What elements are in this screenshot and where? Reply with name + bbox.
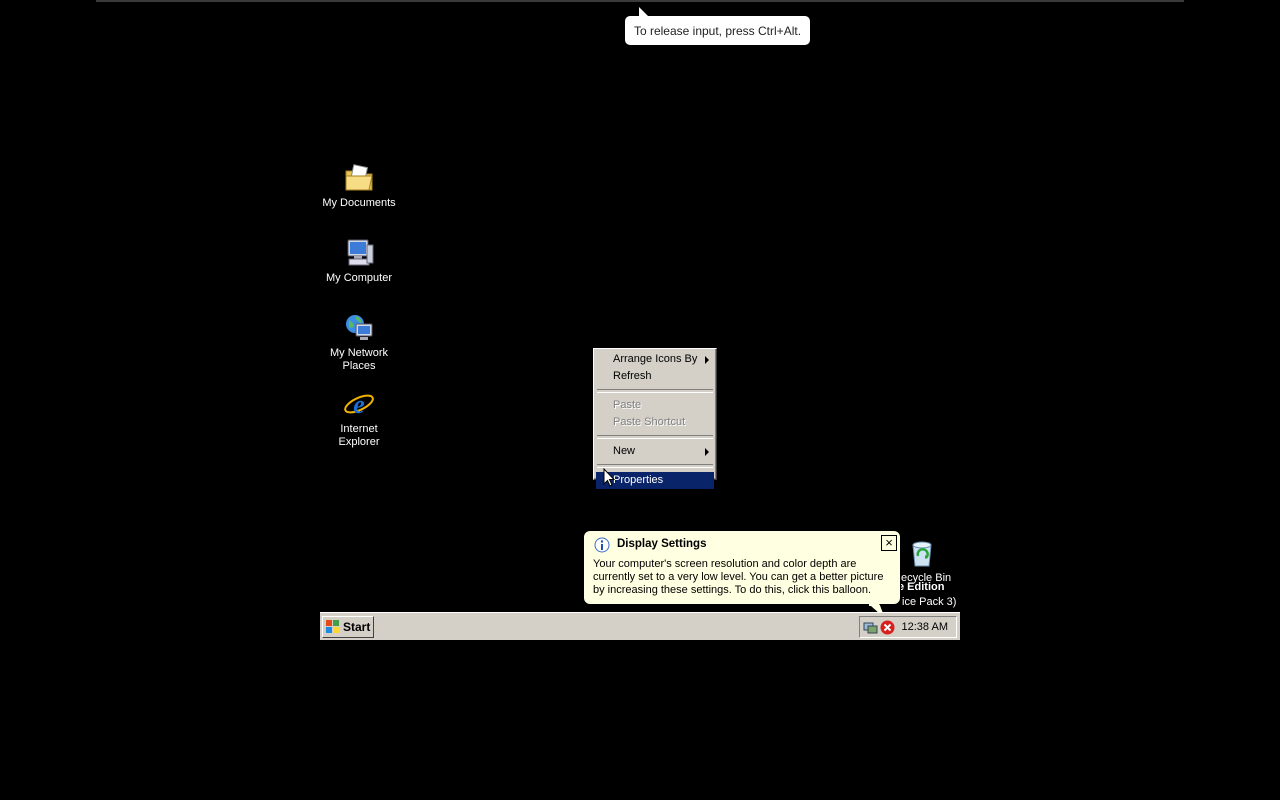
release-input-tooltip-text: To release input, press Ctrl+Alt.: [633, 23, 802, 38]
os-servicepack-watermark: ice Pack 3): [902, 596, 957, 608]
menu-item-label: New: [613, 445, 636, 457]
submenu-arrow-icon: [705, 356, 709, 364]
os-edition-watermark: e Edition: [898, 581, 945, 593]
menu-item-label: Paste: [613, 399, 642, 411]
my-documents-icon: [345, 164, 373, 191]
taskbar: Start 12:38 AM: [320, 612, 960, 640]
start-button[interactable]: Start: [322, 616, 374, 638]
desktop-icon-label: My Documents: [322, 197, 396, 209]
menu-separator: [597, 435, 713, 439]
desktop-icon-recycle-bin[interactable]: ecycle Bin: [893, 537, 953, 585]
system-tray: 12:38 AM: [859, 616, 957, 638]
desktop-icon-label: My Network Places: [329, 347, 389, 372]
mouse-pointer-icon: [603, 468, 615, 487]
submenu-arrow-icon: [705, 448, 709, 456]
menu-item-paste-shortcut[interactable]: Paste Shortcut: [596, 414, 714, 431]
desktop-icon-network-places[interactable]: My Network Places: [320, 312, 404, 373]
menu-item-paste[interactable]: Paste: [596, 397, 714, 414]
guest-desktop[interactable]: My Documents My Computer My Network Plac…: [320, 160, 960, 640]
network-places-icon: [346, 315, 373, 340]
taskbar-clock[interactable]: 12:38 AM: [902, 621, 948, 633]
display-settings-balloon[interactable]: Display Settings × Your computer's scree…: [583, 530, 901, 605]
my-computer-icon: [347, 239, 374, 266]
balloon-close-button[interactable]: ×: [881, 535, 897, 551]
internet-explorer-icon: e: [344, 390, 374, 419]
balloon-message: Your computer's screen resolution and co…: [593, 558, 884, 596]
menu-item-label: Paste Shortcut: [613, 416, 686, 428]
release-input-tooltip: To release input, press Ctrl+Alt.: [625, 7, 810, 45]
windows-flag-icon: [326, 620, 339, 633]
menu-separator: [597, 389, 713, 393]
start-button-label: Start: [343, 620, 371, 634]
menu-item-refresh[interactable]: Refresh: [596, 368, 714, 385]
error-tray-icon[interactable]: [880, 620, 895, 635]
recycle-bin-icon: [912, 541, 932, 567]
desktop-icon-my-computer[interactable]: My Computer: [320, 237, 404, 285]
desktop-icon-my-documents[interactable]: My Documents: [320, 162, 404, 210]
menu-item-label: Arrange Icons By: [613, 353, 698, 365]
svg-text:e: e: [353, 390, 365, 419]
desktop-icon-label: My Computer: [325, 272, 393, 284]
host-top-bar: [96, 0, 1184, 2]
info-icon: [594, 537, 610, 553]
menu-item-label: Refresh: [613, 370, 652, 382]
menu-item-label: Properties: [613, 474, 664, 486]
desktop-context-menu: Arrange Icons By Refresh Paste Paste Sho…: [593, 348, 717, 489]
balloon-title: Display Settings: [617, 538, 707, 550]
network-tray-icon[interactable]: [863, 620, 878, 635]
desktop-icon-label: Internet Explorer: [338, 423, 380, 448]
menu-item-new[interactable]: New: [596, 443, 714, 460]
menu-item-arrange-icons[interactable]: Arrange Icons By: [596, 351, 714, 368]
desktop-icon-internet-explorer[interactable]: e Internet Explorer: [320, 388, 404, 449]
